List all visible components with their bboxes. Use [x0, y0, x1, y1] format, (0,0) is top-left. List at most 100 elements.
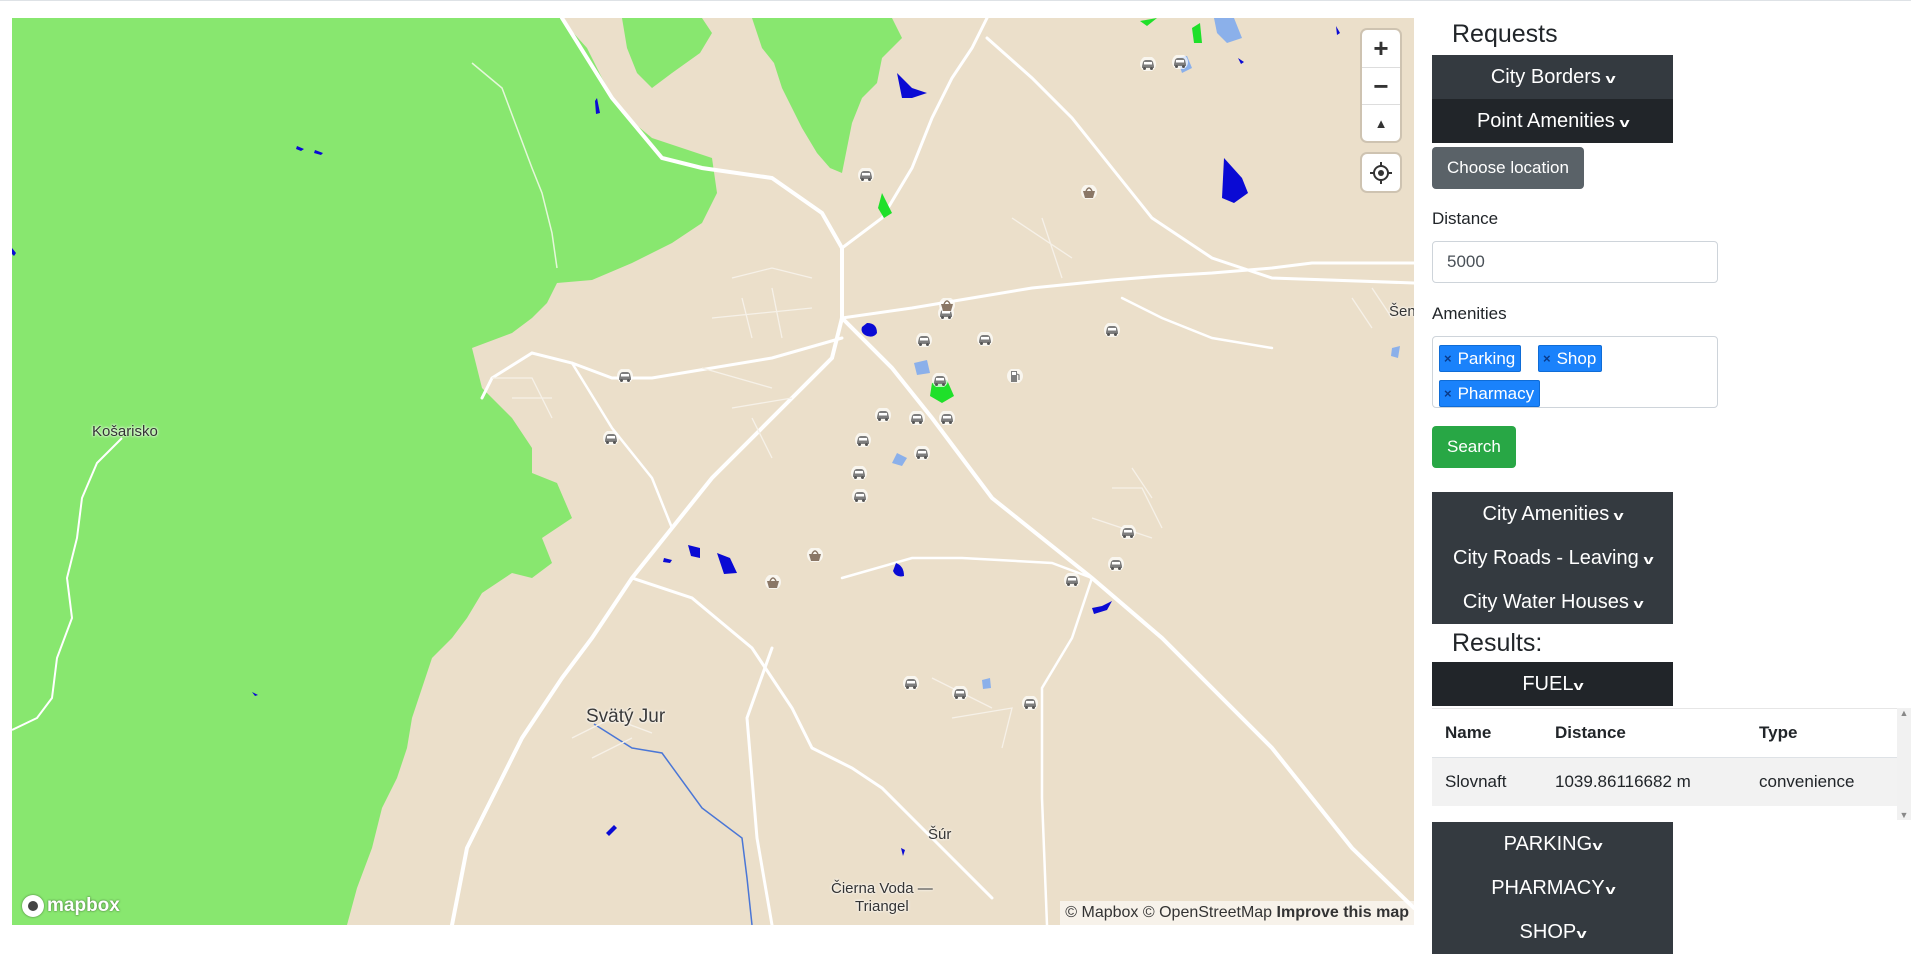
place-label-cierna-voda-line2: Triangel: [855, 898, 909, 915]
forest-area-ne2: [622, 18, 712, 88]
distance-input[interactable]: 5000: [1432, 241, 1718, 283]
geolocate-control: [1362, 154, 1400, 191]
building-blue-5: [982, 678, 991, 689]
chevron-down-icon: v: [1605, 881, 1616, 897]
building-blue-6: [1391, 346, 1400, 358]
top-border: [0, 0, 1911, 1]
remove-tag-icon[interactable]: ×: [1444, 351, 1452, 366]
car-icon: [932, 373, 948, 387]
amenity-tag-label: Shop: [1556, 348, 1597, 368]
distance-label: Distance: [1432, 209, 1499, 228]
search-button[interactable]: Search: [1432, 426, 1516, 468]
parking-results-toggle[interactable]: PARKING v: [1432, 822, 1673, 866]
pharmacy-label: PHARMACY: [1491, 876, 1605, 899]
water-8: [1092, 601, 1112, 614]
water-4: [717, 553, 737, 574]
amenity-tag-label: Pharmacy: [1457, 383, 1535, 403]
pharmacy-results-toggle[interactable]: PHARMACY v: [1432, 866, 1673, 910]
amenity-tag-parking[interactable]: × Parking: [1439, 345, 1522, 372]
car-icon: [977, 332, 993, 346]
fuel-label: FUEL: [1522, 672, 1574, 695]
crosshair-icon: [1370, 161, 1392, 184]
map-canvas[interactable]: Košarisko Svätý Jur Šúr Čierna Voda — Tr…: [12, 18, 1414, 925]
car-icon: [1022, 696, 1038, 710]
place-label-sen: Šen: [1389, 303, 1414, 320]
navigation-control: + − ▲: [1362, 30, 1400, 141]
car-icon: [852, 489, 868, 503]
shop-label: SHOP: [1519, 920, 1577, 943]
choose-location-button[interactable]: Choose location: [1432, 147, 1584, 189]
water-16: [1336, 26, 1340, 35]
side-panel: Requests City Borders v Point Amenities …: [1432, 18, 1911, 965]
shop-icon: [765, 575, 781, 589]
remove-tag-icon[interactable]: ×: [1444, 386, 1452, 401]
requests-heading: Requests: [1452, 20, 1558, 48]
car-icon: [1140, 57, 1156, 71]
water-2: [1222, 158, 1248, 203]
attribution-osm-link[interactable]: © OpenStreetMap: [1143, 904, 1272, 921]
place-label-sur: Šúr: [928, 826, 952, 843]
place-label-svaty-jur: Svätý Jur: [586, 706, 666, 727]
water-6: [663, 558, 672, 563]
table-row[interactable]: Slovnaft 1039.86116682 m convenience: [1432, 757, 1900, 806]
scroll-down-icon[interactable]: ▼: [1897, 810, 1911, 820]
point-amenities-dropdown[interactable]: Point Amenities v: [1432, 99, 1673, 143]
attribution-mapbox-link[interactable]: © Mapbox: [1065, 904, 1138, 921]
forest-area-ne1: [752, 18, 902, 173]
results-menu: PARKING v PHARMACY v SHOP v: [1432, 822, 1911, 954]
water-15: [1238, 58, 1244, 64]
road-east: [840, 261, 1414, 320]
car-icon: [939, 411, 955, 425]
requests-menu: City Borders v Point Amenities v: [1432, 55, 1911, 143]
remove-tag-icon[interactable]: ×: [1543, 351, 1551, 366]
amenity-tag-pharmacy[interactable]: × Pharmacy: [1439, 380, 1541, 407]
car-icon: [603, 431, 619, 445]
zoom-in-button[interactable]: +: [1362, 30, 1400, 67]
road-s3: [1040, 576, 1094, 925]
point-amenities-label: Point Amenities: [1476, 109, 1615, 132]
fuel-results-toggle[interactable]: FUEL v: [1432, 662, 1673, 706]
forest-area: [12, 18, 717, 925]
fuel-results-table: Name Distance Type Slovnaft 1039.8611668…: [1432, 708, 1900, 806]
water-3: [861, 323, 877, 337]
place-label-kosarisko: Košarisko: [92, 423, 158, 440]
fuel-results-panel: Name Distance Type Slovnaft 1039.8611668…: [1432, 708, 1911, 820]
shop-icon: [939, 298, 955, 312]
water-13: [606, 825, 617, 836]
compass-button[interactable]: ▲: [1362, 104, 1400, 141]
cell-name: Slovnaft: [1432, 757, 1542, 806]
chevron-down-icon: v: [1633, 595, 1644, 611]
map-attribution: © Mapbox © OpenStreetMap Improve this ma…: [1060, 901, 1414, 925]
geolocate-button[interactable]: [1362, 154, 1400, 191]
mapbox-logo[interactable]: mapbox: [22, 895, 120, 917]
results-scrollbar[interactable]: ▲ ▼: [1897, 708, 1911, 820]
city-roads-leaving-dropdown[interactable]: City Roads - Leaving v: [1432, 536, 1673, 580]
building-blue-4: [892, 453, 907, 466]
shop-results-toggle[interactable]: SHOP v: [1432, 910, 1673, 954]
street-grid-4: [931, 677, 1013, 749]
amenities-multiselect[interactable]: × Parking × Shop × Pharmacy: [1432, 336, 1718, 408]
results-heading: Results:: [1452, 629, 1543, 657]
car-icon: [875, 408, 891, 422]
chevron-down-icon: v: [1643, 551, 1654, 567]
scroll-up-icon[interactable]: ▲: [1897, 708, 1911, 718]
building-blue-1: [1214, 18, 1242, 43]
road-main-2: [840, 316, 1414, 910]
shop-icon: [807, 548, 823, 562]
improve-map-link[interactable]: Improve this map: [1277, 904, 1409, 921]
road-west: [480, 336, 844, 400]
zoom-out-button[interactable]: −: [1362, 67, 1400, 104]
city-water-houses-dropdown[interactable]: City Water Houses v: [1432, 580, 1673, 624]
city-borders-dropdown[interactable]: City Borders v: [1432, 55, 1673, 99]
column-header-distance: Distance: [1542, 708, 1746, 758]
table-header-row: Name Distance Type: [1432, 708, 1900, 758]
water-7: [893, 563, 904, 577]
cell-type: convenience: [1746, 757, 1900, 806]
city-amenities-dropdown[interactable]: City Amenities v: [1432, 492, 1673, 536]
column-header-name: Name: [1432, 708, 1542, 758]
road-ne2: [1120, 296, 1274, 350]
city-water-houses-label: City Water Houses: [1462, 590, 1629, 613]
car-icon: [1120, 525, 1136, 539]
amenity-tag-shop[interactable]: × Shop: [1538, 345, 1603, 372]
car-icon: [914, 446, 930, 460]
